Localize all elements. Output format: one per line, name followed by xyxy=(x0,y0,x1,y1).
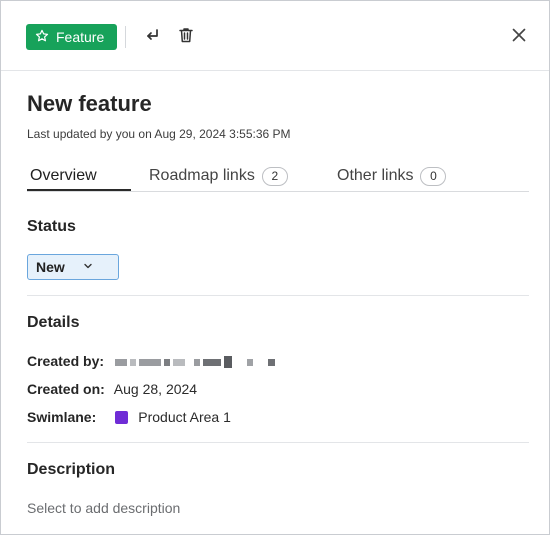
redacted-user-name xyxy=(115,353,278,369)
chevron-down-icon xyxy=(83,258,93,276)
page-title[interactable]: New feature xyxy=(27,91,152,117)
section-divider xyxy=(27,295,529,296)
tab-roadmap-links[interactable]: Roadmap links 2 xyxy=(149,165,288,187)
type-badge-button[interactable]: Feature xyxy=(26,24,117,50)
section-divider xyxy=(27,442,529,443)
close-icon xyxy=(510,26,528,49)
swimlane-value[interactable]: Product Area 1 xyxy=(138,409,231,425)
details-heading: Details xyxy=(27,314,80,331)
tab-bar: Overview Roadmap links 2 Other links 0 xyxy=(27,161,529,192)
status-value: New xyxy=(36,259,65,275)
return-icon xyxy=(143,26,161,49)
created-on-value: Aug 28, 2024 xyxy=(113,381,198,397)
swimlane-label: Swimlane: xyxy=(27,409,97,425)
panel-header: Feature xyxy=(1,1,549,71)
description-heading: Description xyxy=(27,461,116,478)
star-icon xyxy=(35,29,49,46)
type-badge-label: Feature xyxy=(56,29,105,45)
header-divider xyxy=(125,26,126,48)
tab-label: Overview xyxy=(30,167,97,184)
swimlane-row: Swimlane: Product Area 1 xyxy=(27,408,231,426)
status-heading: Status xyxy=(27,218,76,235)
description-editor[interactable]: Select to add description xyxy=(27,500,180,516)
created-on-row: Created on: Aug 28, 2024 xyxy=(27,380,197,398)
return-button[interactable] xyxy=(142,27,162,47)
trash-icon xyxy=(177,26,195,49)
tab-overview[interactable]: Overview xyxy=(30,165,97,187)
count-badge: 2 xyxy=(261,166,288,186)
created-on-label: Created on: xyxy=(27,381,105,397)
tab-other-links[interactable]: Other links 0 xyxy=(337,165,447,187)
created-by-row: Created by: xyxy=(27,352,278,370)
feature-detail-panel: Feature New feature Last updated by you … xyxy=(0,0,550,535)
last-updated-text: Last updated by you on Aug 29, 2024 3:55… xyxy=(27,127,291,141)
tab-label: Roadmap links xyxy=(149,167,255,184)
delete-button[interactable] xyxy=(176,27,196,47)
tab-label: Other links xyxy=(337,167,414,184)
count-badge: 0 xyxy=(420,166,447,186)
close-button[interactable] xyxy=(509,27,529,47)
active-tab-indicator xyxy=(27,189,131,191)
created-by-label: Created by: xyxy=(27,353,105,369)
swimlane-color-swatch xyxy=(115,410,129,424)
status-dropdown[interactable]: New xyxy=(27,254,119,280)
